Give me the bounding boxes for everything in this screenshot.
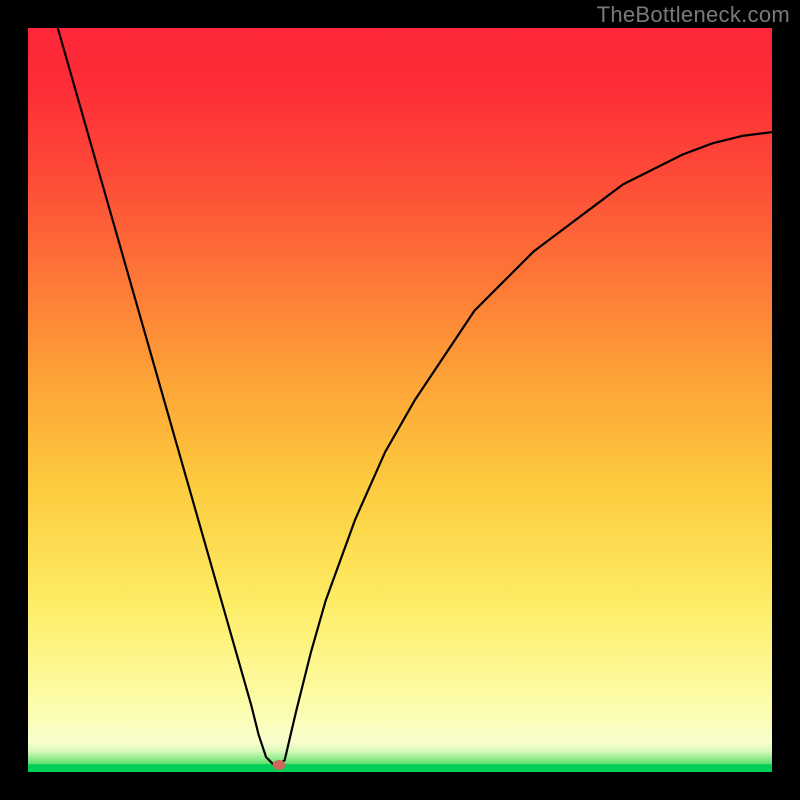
- chart-frame: TheBottleneck.com: [0, 0, 800, 800]
- watermark-text: TheBottleneck.com: [597, 2, 790, 28]
- optimal-point-marker: [273, 760, 286, 770]
- bottleneck-curve: [28, 28, 772, 772]
- plot-area: [28, 28, 772, 772]
